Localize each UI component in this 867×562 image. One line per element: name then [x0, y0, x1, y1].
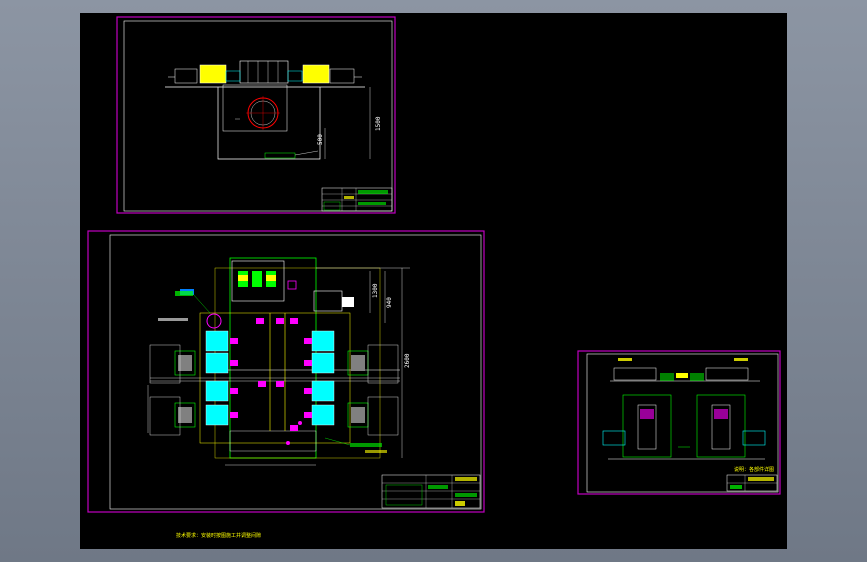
cad-model-space[interactable]: 500 1500 2600 1300 940 说明：各部件详图 技术要求：安装时…	[80, 13, 787, 549]
main-top-motors	[238, 271, 354, 312]
sheet-main-inner-frame	[109, 234, 482, 510]
top-dim-500: 500	[317, 134, 324, 145]
sheet-main[interactable]: 2600 1300 940	[87, 230, 485, 513]
right-sheet-note: 说明：各部件详图	[734, 466, 774, 473]
top-dim-1500: 1500	[375, 116, 382, 131]
cad-drawing-canvas[interactable]: 500 1500 2600 1300 940 说明：各部件详图 技术要求：安装时…	[80, 13, 787, 549]
sheet-right[interactable]: 说明：各部件详图	[577, 350, 781, 495]
top-machine-assembly	[165, 60, 365, 88]
top-dimensions: 500 1500	[235, 87, 382, 159]
main-dim-1300: 1300	[372, 283, 379, 298]
main-callouts	[158, 291, 387, 453]
sheet-top-outer-frame	[116, 16, 396, 214]
right-top-elevation	[610, 358, 760, 382]
main-dim-940: 940	[386, 297, 393, 308]
right-side-elevation	[602, 394, 766, 460]
top-title-block	[321, 187, 393, 212]
sheet-top-inner-frame	[123, 20, 393, 212]
sheet-top[interactable]: 500 1500	[116, 16, 396, 214]
bottom-note: 技术要求：安装时按图施工并调整间隙	[176, 532, 261, 539]
main-dim-2600: 2600	[404, 353, 411, 368]
main-right-drive-units	[256, 313, 399, 445]
main-title-block	[381, 474, 481, 509]
right-title-block: 说明：各部件详图	[726, 466, 778, 492]
top-pit-section	[217, 84, 321, 160]
main-left-drive-units	[149, 289, 238, 436]
sheet-main-outer-frame	[87, 230, 485, 513]
